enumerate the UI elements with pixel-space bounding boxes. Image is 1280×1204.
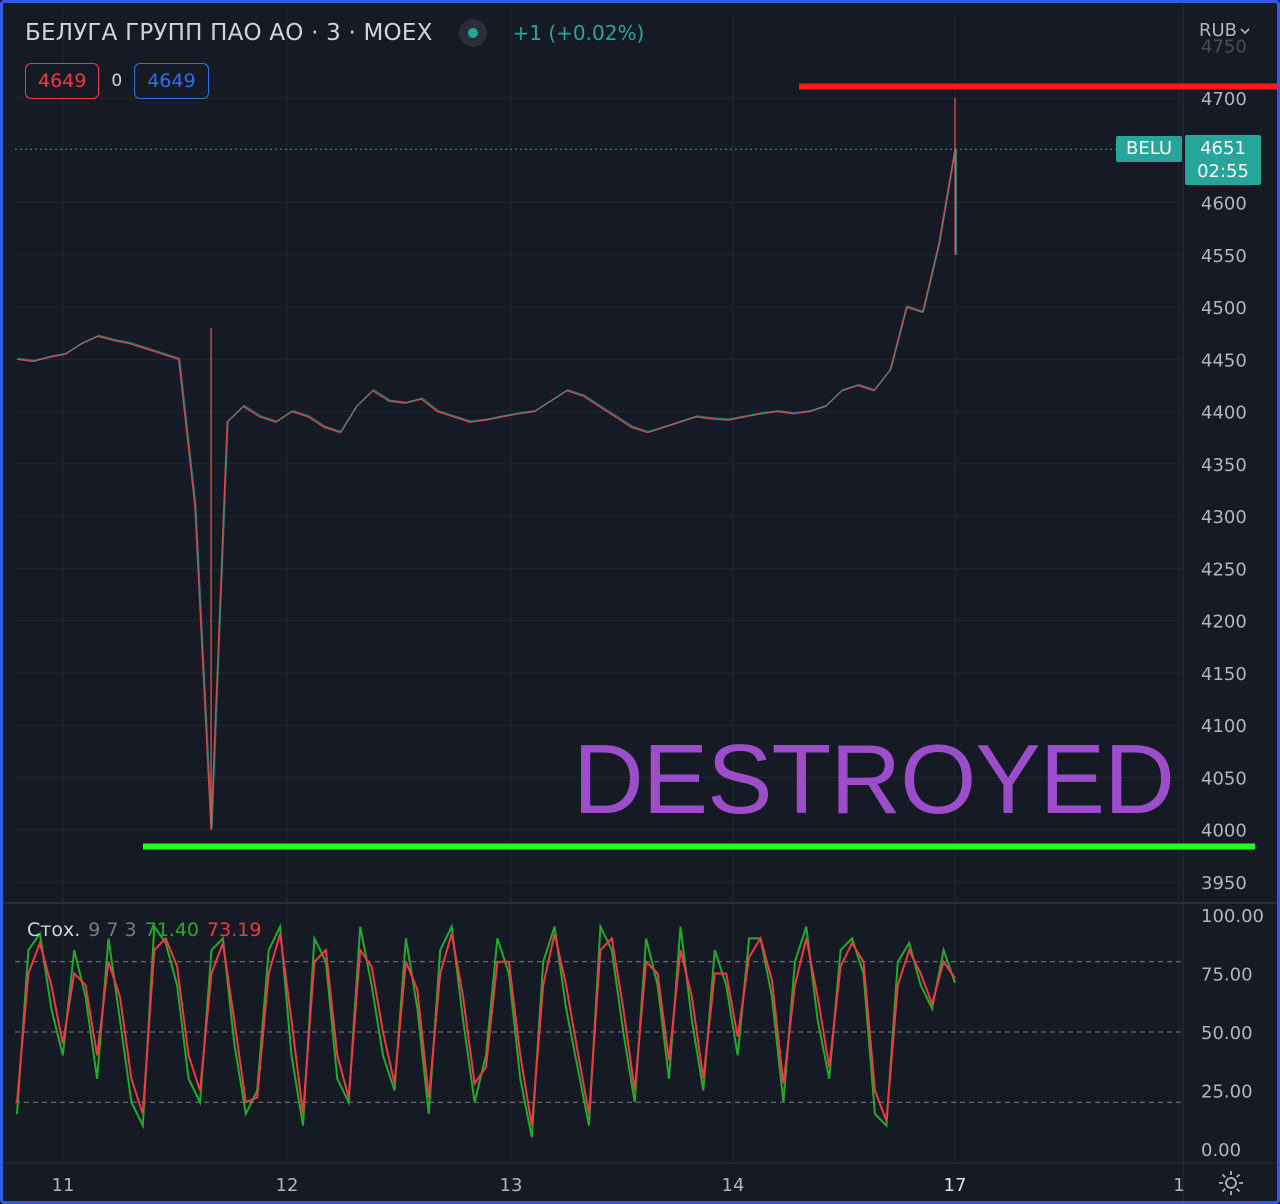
y-tick-label: 4400	[1201, 403, 1247, 424]
gear-icon[interactable]	[1217, 1169, 1245, 1197]
x-tick-label: 17	[944, 1175, 967, 1196]
chart-header: БЕЛУГА ГРУПП ПАО АО · 3 · MOEX +1 (+0.02…	[25, 19, 644, 47]
currency-selector[interactable]: RUB	[1199, 20, 1251, 41]
y-tick-label: 4150	[1201, 664, 1247, 685]
buy-button[interactable]: 4649	[134, 63, 209, 99]
stochastic-legend[interactable]: Стох. 9 7 3 71.40 73.19	[27, 919, 261, 941]
y-tick-label: 4500	[1201, 298, 1247, 319]
y-tick-label: 4300	[1201, 507, 1247, 528]
y-tick-label: 4600	[1201, 194, 1247, 215]
bar-countdown: 02:55	[1197, 161, 1249, 182]
y-tick-label: 4700	[1201, 89, 1247, 110]
y-tick-label: 4000	[1201, 821, 1247, 842]
x-tick-label: 12	[276, 1175, 299, 1196]
y-tick-label: 4450	[1201, 350, 1247, 371]
stochastic-tick-label: 0.00	[1201, 1140, 1241, 1161]
stochastic-tick-label: 75.00	[1201, 965, 1253, 986]
spread-value: 0	[111, 71, 123, 91]
stochastic-tick-label: 50.00	[1201, 1023, 1253, 1044]
stochastic-k-value: 71.40	[144, 919, 200, 941]
x-tick-label: 13	[500, 1175, 523, 1196]
symbol-price-label: BELU	[1116, 136, 1182, 162]
quote-row: 4649 0 4649	[25, 63, 209, 99]
chart-window: 3950 4000 4050 4100 4150 4200 4250 4300 4350 4400…	[0, 0, 1280, 1204]
stochastic-tick-label: 25.00	[1201, 1082, 1253, 1103]
market-status-icon[interactable]	[458, 19, 487, 47]
sell-button[interactable]: 4649	[25, 63, 100, 99]
chevron-down-icon	[1240, 27, 1250, 34]
last-price-value: 4651	[1200, 138, 1246, 159]
stochastic-d-value: 73.19	[207, 919, 262, 941]
symbol-title[interactable]: БЕЛУГА ГРУПП ПАО АО · 3 · MOEX	[25, 20, 433, 46]
stochastic-d-line	[16, 933, 956, 1126]
x-tick-label: 11	[52, 1175, 75, 1196]
last-price-label: 4651 02:55	[1185, 135, 1261, 185]
y-tick-label: 4100	[1201, 716, 1247, 737]
x-tick-label: 1	[1173, 1175, 1184, 1196]
currency-label: RUB	[1199, 20, 1238, 41]
destroyed-annotation: DESTROYED	[573, 724, 1175, 834]
y-tick-label: 3950	[1201, 873, 1247, 894]
y-tick-label: 4250	[1201, 559, 1247, 580]
stochastic-tick-label: 100.00	[1201, 906, 1264, 927]
y-tick-label: 4200	[1201, 612, 1247, 633]
x-tick-label: 14	[722, 1175, 745, 1196]
stochastic-name: Стох.	[27, 919, 81, 941]
y-tick-label: 4050	[1201, 768, 1247, 789]
y-tick-label: 4350	[1201, 455, 1247, 476]
stochastic-params: 9 7 3	[88, 919, 137, 941]
y-tick-label: 4550	[1201, 246, 1247, 267]
chart-canvas[interactable]: 3950 4000 4050 4100 4150 4200 4250 4300 4350 4400…	[3, 3, 1280, 1204]
price-change: +1 (+0.02%)	[512, 21, 645, 45]
